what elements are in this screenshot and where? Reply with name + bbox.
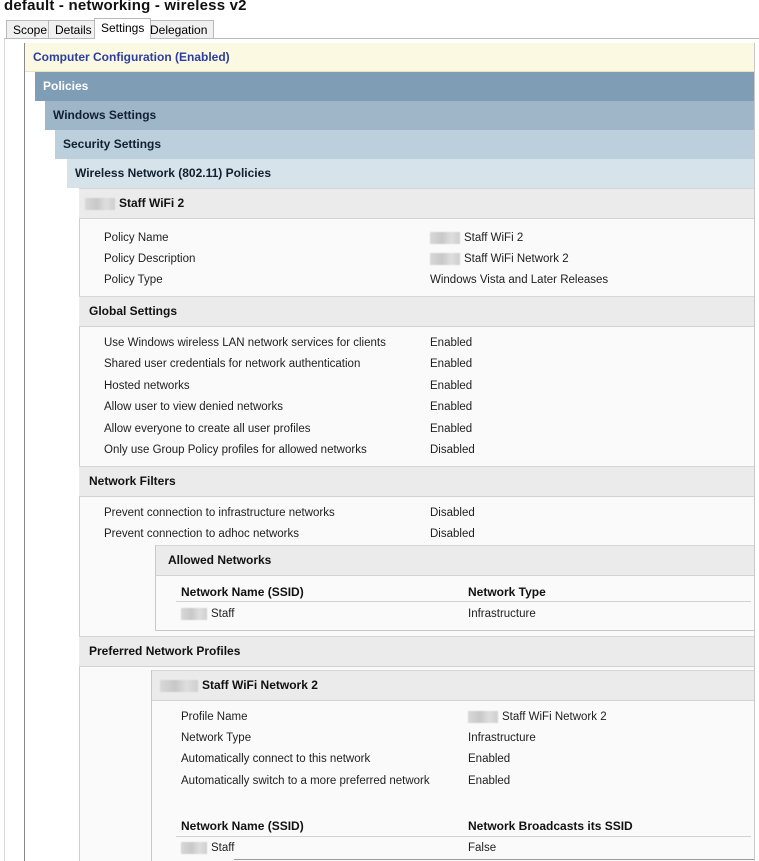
global-setting-label: Only use Group Policy profiles for allow… bbox=[104, 444, 367, 456]
global-setting-label: Hosted networks bbox=[104, 380, 190, 392]
filter-setting-value: Disabled bbox=[430, 528, 475, 540]
policy-header-label: Staff WiFi 2 bbox=[119, 196, 185, 210]
report-right-border bbox=[754, 43, 755, 861]
policy-description-label: Policy Description bbox=[104, 253, 196, 265]
global-setting-value: Enabled bbox=[430, 380, 473, 392]
window-title: default - networking - wireless v2 bbox=[4, 0, 247, 14]
tab-details[interactable]: Details bbox=[48, 20, 99, 38]
global-setting-label: Shared user credentials for network auth… bbox=[104, 358, 361, 370]
global-setting-value: Disabled bbox=[430, 444, 475, 456]
profile-name-text: Staff WiFi Network 2 bbox=[502, 711, 607, 724]
global-setting-label: Allow user to view denied networks bbox=[104, 401, 283, 413]
global-setting-value: Enabled bbox=[430, 337, 473, 349]
profile-setting-value: Enabled bbox=[468, 753, 511, 765]
allowed-network-ssid-text: Staff bbox=[211, 608, 235, 621]
policy-header[interactable]: Staff WiFi 2 bbox=[79, 188, 754, 219]
global-setting-value: Enabled bbox=[430, 423, 473, 435]
filter-setting-value: Disabled bbox=[430, 507, 475, 519]
column-header-network-type: Network Type bbox=[468, 585, 546, 599]
allowed-networks-bottom bbox=[156, 630, 754, 631]
redacted-text bbox=[181, 842, 207, 854]
redacted-text bbox=[430, 253, 460, 265]
wireless-policies-header[interactable]: Wireless Network (802.11) Policies bbox=[67, 159, 754, 188]
profile-setting-value: Staff WiFi Network 2 bbox=[468, 711, 607, 723]
policy-type-label: Policy Type bbox=[104, 274, 163, 286]
filter-setting-label: Prevent connection to infrastructure net… bbox=[104, 507, 335, 519]
redacted-text bbox=[468, 711, 498, 723]
global-setting-label: Use Windows wireless LAN network service… bbox=[104, 337, 386, 349]
redacted-name bbox=[85, 197, 115, 210]
global-settings-header[interactable]: Global Settings bbox=[79, 296, 754, 327]
redacted-text bbox=[181, 608, 207, 620]
profile-ssid-broadcast: False bbox=[468, 842, 497, 854]
computer-configuration-header[interactable]: Computer Configuration (Enabled) bbox=[25, 43, 754, 72]
allowed-networks-header[interactable]: Allowed Networks bbox=[156, 545, 754, 576]
table-header-divider bbox=[176, 601, 751, 602]
profile-ssid-text: Staff bbox=[211, 842, 235, 855]
column-header-broadcast: Network Broadcasts its SSID bbox=[468, 819, 633, 833]
horizontal-scrollbar-edge bbox=[234, 859, 754, 860]
profile-ssid-name: Staff bbox=[181, 842, 234, 854]
windows-settings-header[interactable]: Windows Settings bbox=[45, 101, 754, 130]
policy-name-text: Staff WiFi 2 bbox=[464, 232, 524, 245]
network-filters-header[interactable]: Network Filters bbox=[79, 466, 754, 497]
profile-setting-label: Automatically switch to a more preferred… bbox=[181, 775, 430, 787]
policy-description-text: Staff WiFi Network 2 bbox=[464, 253, 569, 266]
profile-setting-label: Profile Name bbox=[181, 711, 248, 723]
profile-header[interactable]: Staff WiFi Network 2 bbox=[152, 670, 754, 701]
column-header-ssid: Network Name (SSID) bbox=[181, 585, 304, 599]
profile-setting-value: Enabled bbox=[468, 775, 511, 787]
allowed-network-type: Infrastructure bbox=[468, 608, 536, 620]
policy-description-value: Staff WiFi Network 2 bbox=[430, 253, 569, 265]
global-setting-label: Allow everyone to create all user profil… bbox=[104, 423, 311, 435]
profile-setting-label: Network Type bbox=[181, 732, 252, 744]
tab-scope[interactable]: Scope bbox=[6, 20, 55, 38]
tab-delegation[interactable]: Delegation bbox=[143, 20, 215, 38]
profile-setting-value: Infrastructure bbox=[468, 732, 536, 744]
profile-header-label: Staff WiFi Network 2 bbox=[202, 678, 318, 692]
policies-header[interactable]: Policies bbox=[35, 72, 754, 101]
security-settings-header[interactable]: Security Settings bbox=[55, 130, 754, 159]
global-setting-value: Enabled bbox=[430, 358, 473, 370]
policy-name-value: Staff WiFi 2 bbox=[430, 232, 523, 244]
table-header-divider bbox=[176, 836, 751, 837]
redacted-name bbox=[160, 679, 198, 692]
tab-settings[interactable]: Settings bbox=[94, 18, 152, 39]
filter-setting-label: Prevent connection to adhoc networks bbox=[104, 528, 299, 540]
global-setting-value: Enabled bbox=[430, 401, 473, 413]
redacted-text bbox=[430, 232, 460, 244]
policy-name-label: Policy Name bbox=[104, 232, 169, 244]
profile-setting-label: Automatically connect to this network bbox=[181, 753, 371, 765]
column-header-ssid: Network Name (SSID) bbox=[181, 819, 304, 833]
report-left-border bbox=[24, 43, 25, 861]
policy-type-value: Windows Vista and Later Releases bbox=[430, 274, 609, 286]
preferred-profiles-header[interactable]: Preferred Network Profiles bbox=[79, 636, 754, 667]
allowed-network-ssid: Staff bbox=[181, 608, 234, 620]
